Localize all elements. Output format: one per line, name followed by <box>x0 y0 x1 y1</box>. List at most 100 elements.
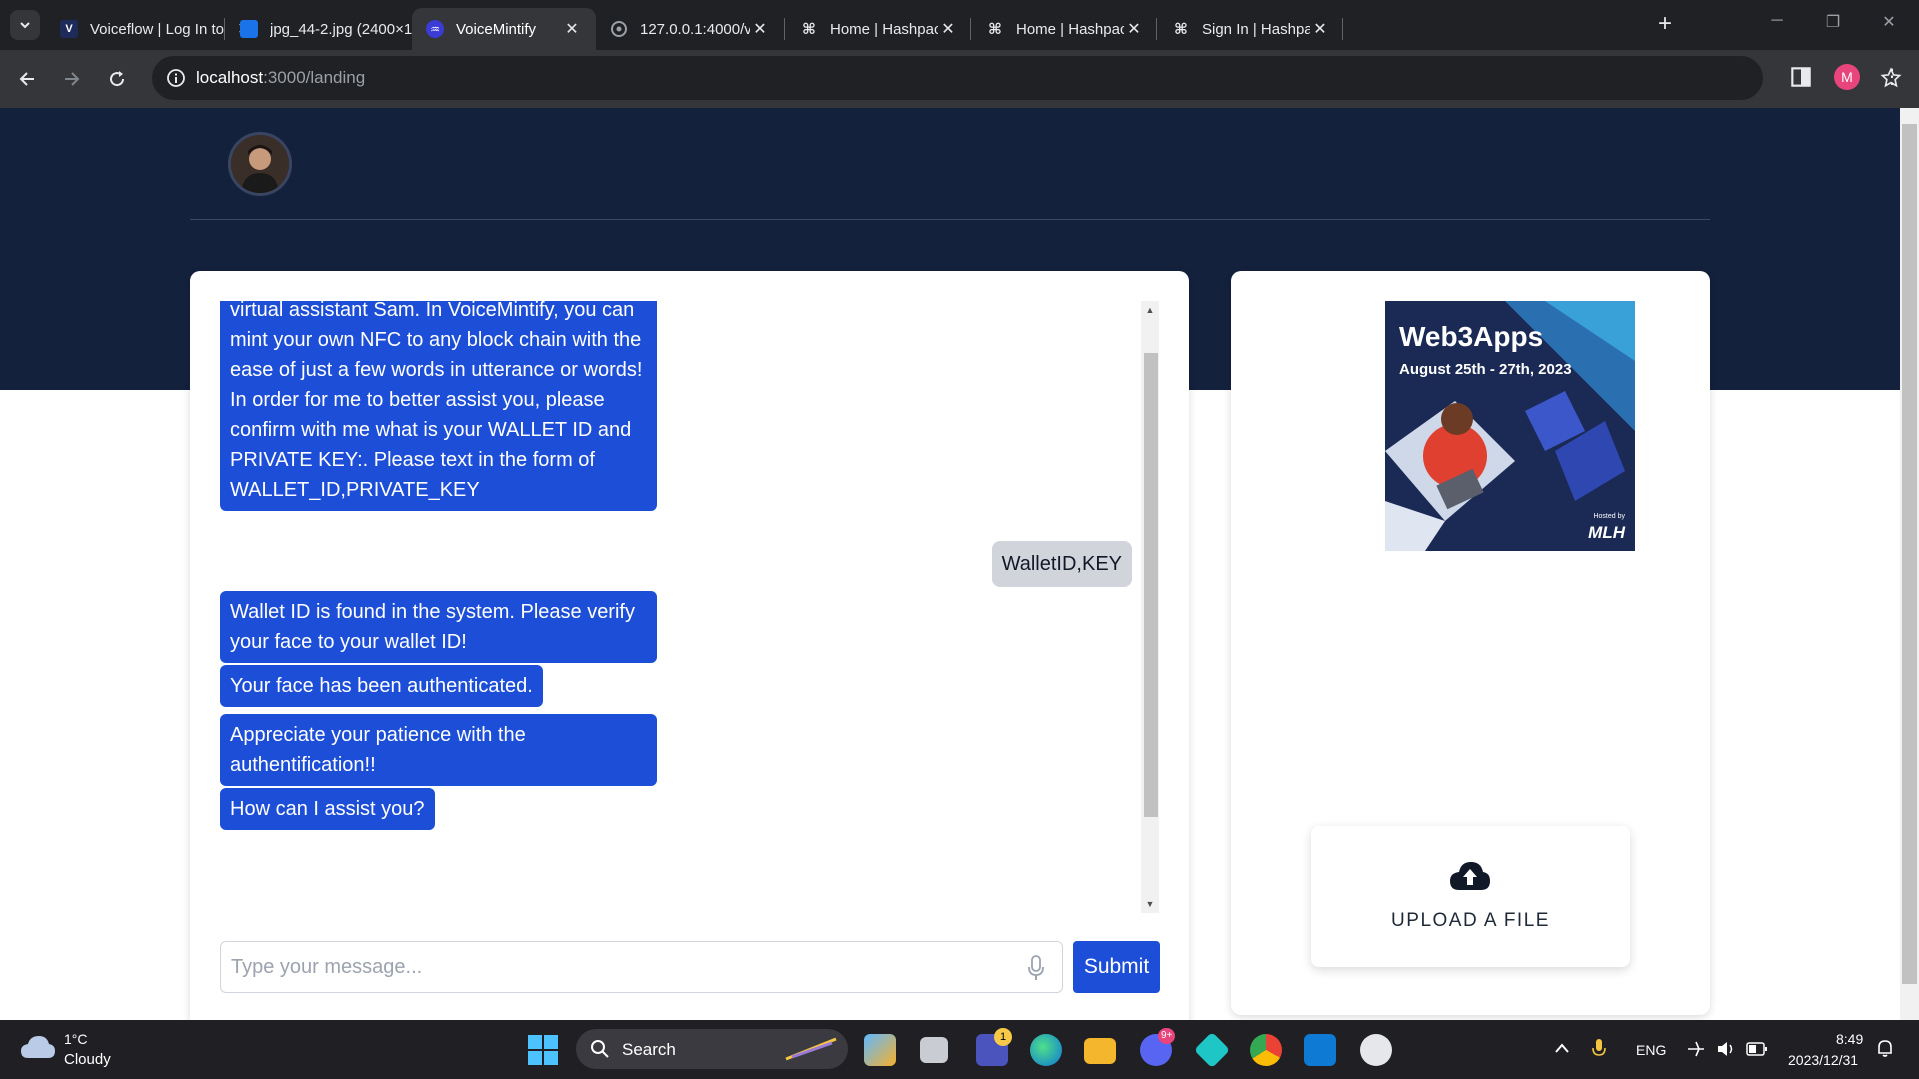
hashpack-icon: ⌘ <box>988 21 1002 38</box>
tab-hashpack-signin[interactable]: ⌘ Sign In | Hashpack ✕ <box>1158 8 1344 50</box>
chat-scrollbar[interactable]: ▲ ▼ <box>1141 301 1159 913</box>
scroll-up-arrow[interactable]: ▲ <box>1145 305 1155 315</box>
bot-message: virtual assistant Sam. In VoiceMintify, … <box>220 301 657 511</box>
minimize-button[interactable]: ─ <box>1762 12 1792 30</box>
message-input-placeholder: Type your message... <box>231 956 423 978</box>
side-panel-icon[interactable] <box>1788 64 1814 90</box>
info-icon[interactable] <box>166 68 186 88</box>
reload-button[interactable] <box>102 64 132 94</box>
tab-divider <box>970 18 971 40</box>
browser-tab-strip: V Voiceflow | Log In to ✕ jpg_44-2.jpg (… <box>0 0 1919 50</box>
chat-scrollbar-thumb[interactable] <box>1144 353 1158 817</box>
close-icon[interactable]: ✕ <box>938 19 958 39</box>
document-icon <box>240 20 258 38</box>
file-explorer-gallery-icon[interactable] <box>920 1037 948 1063</box>
tab-localhost-video[interactable]: 127.0.0.1:4000/video ✕ <box>596 8 784 50</box>
tab-divider <box>784 18 785 40</box>
restore-button[interactable]: ❐ <box>1818 12 1848 32</box>
mlh-logo: MLH <box>1588 523 1625 542</box>
poster-hosted-by: Hosted by <box>1593 513 1625 520</box>
tab-divider <box>224 18 225 40</box>
address-bar[interactable]: localhost:3000/landing <box>152 56 1902 100</box>
poster-dates: August 25th - 27th, 2023 <box>1399 361 1572 378</box>
tab-title: Voiceflow | Log In to <box>90 20 224 38</box>
forward-button[interactable] <box>57 64 87 94</box>
hero-divider <box>190 219 1710 220</box>
windows-start-icon[interactable] <box>528 1035 558 1065</box>
tab-voicemintify[interactable]: ♒ VoiceMintify ✕ <box>412 8 596 50</box>
tab-title: VoiceMintify <box>456 20 537 38</box>
tab-hashpack-home-1[interactable]: ⌘ Home | Hashpack ✕ <box>786 8 972 50</box>
teams-badge: 1 <box>994 1028 1012 1046</box>
url-path: :3000/landing <box>263 68 366 87</box>
arrow-right-icon <box>65 72 80 86</box>
side-panel: Web3Apps August 25th - 27th, 2023 Hosted… <box>1231 271 1710 1015</box>
page-scrollbar-thumb[interactable] <box>1902 124 1917 984</box>
clock-time[interactable]: 8:49 <box>1836 1031 1863 1047</box>
browser-menu-icon[interactable]: ⋮ <box>1880 64 1904 90</box>
bot-message: Wallet ID is found in the system. Please… <box>220 591 657 663</box>
close-icon[interactable]: ✕ <box>750 19 770 39</box>
microphone-tray-icon[interactable] <box>1592 1038 1606 1060</box>
folder-icon[interactable] <box>1084 1038 1116 1064</box>
tab-title: Home | Hashpack <box>830 20 938 38</box>
close-icon[interactable]: ✕ <box>1310 19 1330 39</box>
tab-title: jpg_44-2.jpg (2400×1 <box>270 20 413 38</box>
windows-taskbar: 1°C Cloudy Search 1 9+ ENG 8:49 2023/12/… <box>0 1020 1919 1079</box>
edge-icon[interactable] <box>1030 1034 1062 1066</box>
bot-message: Your face has been authenticated. <box>220 665 543 707</box>
browser-toolbar: localhost:3000/landing M ⋮ <box>0 50 1919 108</box>
notification-bell-icon[interactable] <box>1876 1038 1894 1058</box>
close-icon[interactable]: ✕ <box>562 19 582 39</box>
language-indicator[interactable]: ENG <box>1636 1042 1666 1058</box>
chrome-icon[interactable] <box>1250 1034 1282 1066</box>
volume-icon[interactable] <box>1716 1040 1736 1058</box>
airplane-mode-icon[interactable] <box>1686 1040 1706 1058</box>
settings-gear-icon[interactable] <box>1360 1034 1392 1066</box>
url-host: localhost <box>196 68 264 87</box>
tab-search-button[interactable] <box>10 10 40 40</box>
cloud-upload-icon <box>1450 862 1490 890</box>
submit-button[interactable]: Submit <box>1073 941 1160 993</box>
tab-hashpack-home-2[interactable]: ⌘ Home | Hashpack ✕ <box>972 8 1158 50</box>
chat-messages[interactable]: virtual assistant Sam. In VoiceMintify, … <box>220 301 1150 913</box>
message-input[interactable]: Type your message... <box>220 941 1063 993</box>
hashpack-icon: ⌘ <box>1174 21 1188 38</box>
taskbar-search[interactable]: Search <box>576 1029 848 1069</box>
window-close-button[interactable]: ✕ <box>1874 12 1904 32</box>
event-poster: Web3Apps August 25th - 27th, 2023 Hosted… <box>1385 301 1635 551</box>
battery-icon[interactable] <box>1746 1041 1768 1057</box>
arrow-left-icon <box>19 72 34 86</box>
vscode-icon[interactable] <box>1304 1034 1336 1066</box>
upload-label: UPLOAD A FILE <box>1391 910 1550 931</box>
bot-message: Appreciate your patience with the authen… <box>220 714 657 786</box>
copilot-icon[interactable] <box>864 1034 896 1066</box>
profile-avatar[interactable]: M <box>1834 64 1860 90</box>
scroll-down-arrow[interactable]: ▼ <box>1145 899 1155 909</box>
back-button[interactable] <box>12 64 42 94</box>
upload-file-button[interactable]: UPLOAD A FILE <box>1311 826 1630 967</box>
close-icon[interactable]: ✕ <box>1124 19 1144 39</box>
chat-panel: virtual assistant Sam. In VoiceMintify, … <box>190 271 1189 1020</box>
new-tab-button[interactable]: + <box>1652 12 1678 38</box>
weather-condition[interactable]: Cloudy <box>64 1051 111 1068</box>
chevron-up-icon[interactable] <box>1554 1042 1570 1054</box>
poster-title: Web3Apps <box>1399 321 1544 352</box>
tab-divider <box>1342 18 1343 40</box>
search-icon <box>591 1040 609 1058</box>
weather-temperature[interactable]: 1°C <box>64 1031 88 1047</box>
search-highlight-icon <box>785 1037 837 1061</box>
page-content: virtual assistant Sam. In VoiceMintify, … <box>0 108 1900 1020</box>
microphone-icon[interactable] <box>1027 954 1045 982</box>
cloud-weather-icon[interactable] <box>20 1034 56 1060</box>
bot-message: How can I assist you? <box>220 788 435 830</box>
url-text[interactable]: localhost:3000/landing <box>196 68 365 88</box>
cube-app-icon[interactable] <box>1193 1031 1231 1069</box>
hashpack-icon: ⌘ <box>802 21 816 38</box>
tab-divider <box>1156 18 1157 40</box>
user-avatar[interactable] <box>228 132 292 196</box>
discord-icon[interactable]: 9+ <box>1140 1028 1176 1066</box>
clock-date[interactable]: 2023/12/31 <box>1788 1052 1858 1068</box>
teams-icon[interactable]: 1 <box>976 1028 1012 1066</box>
page-scrollbar[interactable] <box>1900 108 1919 1020</box>
